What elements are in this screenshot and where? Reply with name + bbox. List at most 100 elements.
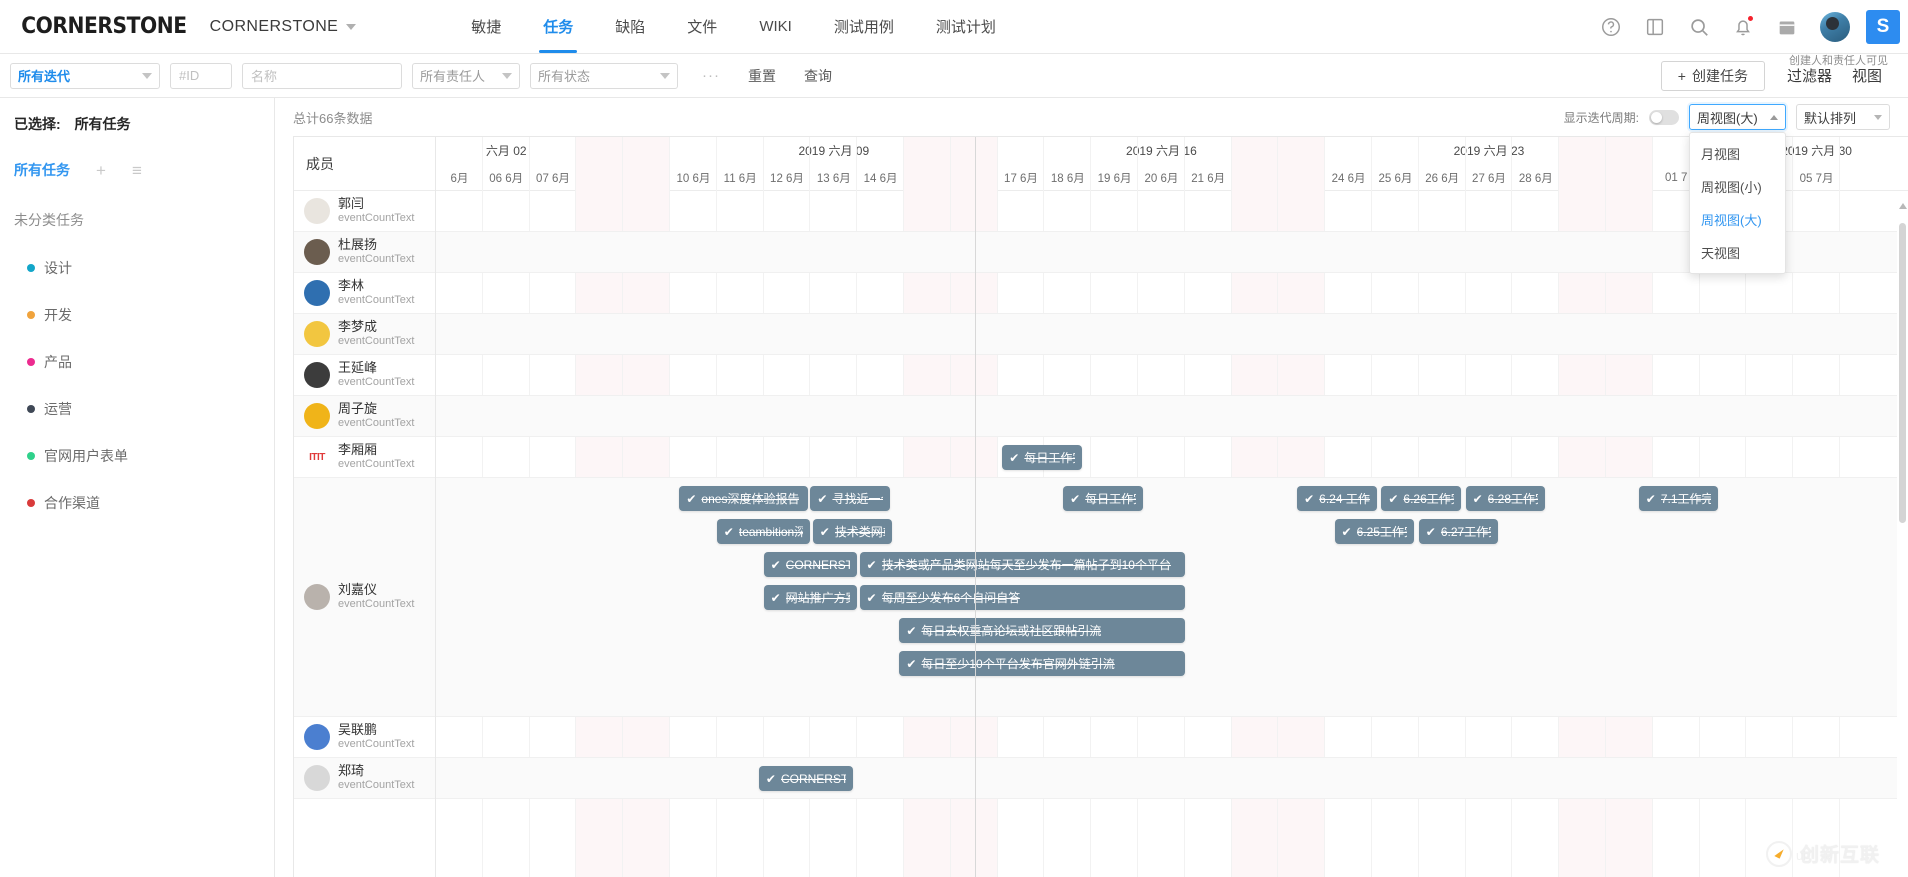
create-task-button[interactable]: + 创建任务 [1660, 60, 1765, 91]
nav-tab-4[interactable]: WIKI [738, 0, 813, 53]
calendar-icon[interactable] [1776, 16, 1798, 38]
gantt-task-bar[interactable]: ✔ teambition深 [716, 519, 811, 544]
nav-tab-0[interactable]: 敏捷 [450, 0, 522, 53]
nav-tab-6[interactable]: 测试计划 [915, 0, 1017, 53]
app-logo-badge[interactable]: S [1866, 9, 1900, 44]
member-row[interactable]: 王延峰 eventCountText [294, 355, 435, 396]
member-row[interactable]: 杜展扬 eventCountText [294, 232, 435, 273]
gantt-task-bar[interactable]: ✔ 每日工作完成 [1063, 486, 1143, 511]
timeline-row [436, 717, 1908, 758]
gantt-task-bar[interactable]: ✔ 6.27工作完成 [1418, 519, 1499, 544]
view-link[interactable]: 视图 [1852, 65, 1882, 86]
sidebar-item-unclassified[interactable]: 未分类任务 [0, 210, 274, 230]
member-row[interactable]: 郑琦 eventCountText [294, 758, 435, 799]
filter-link[interactable]: 过滤器 [1787, 65, 1832, 86]
member-avatar [304, 239, 330, 265]
nav-tab-3[interactable]: 文件 [666, 0, 738, 53]
filter-bar: 所有迭代 #ID 名称 所有责任人 所有状态 ··· 重置 查询 + 创建任务 … [0, 54, 1908, 98]
member-event-count: eventCountText [338, 458, 415, 471]
reset-button[interactable]: 重置 [734, 66, 790, 86]
member-row[interactable]: 李梦成 eventCountText [294, 314, 435, 355]
day-header-cell: 10 6月 [676, 172, 711, 185]
gantt-task-bar[interactable]: ✔ 6.25工作完成 [1334, 519, 1415, 544]
assignee-select-value: 所有责任人 [420, 69, 486, 84]
nav-tab-1[interactable]: 任务 [522, 0, 594, 53]
view-option-1[interactable]: 周视图(小) [1690, 170, 1785, 203]
member-name: 刘嘉仪 [338, 582, 378, 597]
nav-tab-2[interactable]: 缺陷 [594, 0, 666, 53]
main-toolbar: 总计66条数据 显示迭代周期: 周视图(大) 月视图 周视图(小) 周视图(大) 天视… [275, 98, 1908, 274]
gantt-task-bar[interactable]: ✔ 网站推广方案 [763, 585, 858, 610]
task-bar-label: 每日去权重高论坛或社区跟帖引流 [921, 624, 1102, 638]
iteration-select[interactable]: 所有迭代 [10, 62, 160, 89]
add-icon[interactable]: + [96, 162, 106, 179]
name-input[interactable]: 名称 [242, 62, 402, 89]
gantt-task-bar[interactable]: ✔ 6.28工作完成 [1465, 486, 1546, 511]
assignee-select[interactable]: 所有责任人 [412, 62, 520, 89]
gantt-task-bar[interactable]: ✔ CORNERSTO [763, 552, 858, 577]
category-bullet-icon [27, 452, 35, 460]
iteration-cycle-toggle[interactable] [1649, 109, 1679, 125]
vertical-scrollbar[interactable] [1897, 195, 1908, 877]
gantt-task-bar[interactable]: ✔ 6.26工作完成 [1381, 486, 1461, 511]
check-icon: ✔ [770, 557, 781, 572]
sort-select[interactable]: 默认排列 [1796, 104, 1890, 130]
task-bar-label: 6.28工作完成 [1487, 492, 1538, 506]
sidebar-category-4[interactable]: 官网用户表单 [0, 446, 274, 466]
gantt-task-bar[interactable]: ✔ 技术类或产品类网站每天至少发布一篇帖子到10个平台 [859, 552, 1185, 577]
scrollbar-thumb[interactable] [1899, 223, 1906, 523]
member-info: 郭闫 eventCountText [338, 196, 414, 226]
sidebar-category-2[interactable]: 产品 [0, 352, 274, 372]
query-button[interactable]: 查询 [790, 66, 846, 86]
member-event-count: eventCountText [338, 335, 415, 348]
member-row[interactable]: ITIT 李厢厢 eventCountText [294, 437, 435, 478]
project-selector[interactable]: CORNERSTONE [210, 18, 377, 36]
status-select[interactable]: 所有状态 [530, 62, 678, 89]
member-row[interactable]: 刘嘉仪 eventCountText [294, 478, 435, 717]
list-menu-icon[interactable]: ≡ [132, 162, 142, 179]
day-header-cell: 17 6月 [1004, 172, 1038, 185]
nav-tab-label: 测试计划 [935, 19, 996, 36]
sidebar-category-0[interactable]: 设计 [0, 258, 274, 278]
main-toolbar-right: 显示迭代周期: 周视图(大) 月视图 周视图(小) 周视图(大) 天视图 默认排列 [1564, 104, 1890, 274]
member-row[interactable]: 周子旋 eventCountText [294, 396, 435, 437]
gantt-task-bar[interactable]: ✔ 寻找近一个月 [810, 486, 890, 511]
avatar[interactable] [1820, 11, 1850, 42]
gantt-task-bar[interactable]: ✔ 每日去权重高论坛或社区跟帖引流 [899, 618, 1185, 643]
view-option-2[interactable]: 周视图(大) [1690, 203, 1785, 236]
day-header-cell: 25 6月 [1378, 172, 1413, 185]
day-header-cell: 13 6月 [816, 172, 851, 185]
gantt-task-bar[interactable]: ✔ ones深度体验报告 [679, 486, 809, 511]
help-icon[interactable] [1600, 16, 1622, 38]
sidebar-category-5[interactable]: 合作渠道 [0, 493, 274, 513]
plus-icon: + [1677, 67, 1686, 84]
view-mode-select[interactable]: 周视图(大) [1689, 104, 1786, 130]
task-bar-label: 每日工作完成 [1024, 451, 1074, 465]
book-icon[interactable] [1644, 16, 1666, 38]
gantt-task-bar[interactable]: ✔ 技术类网站来 [812, 519, 893, 544]
gantt-task-bar[interactable]: ✔ 每日至少10个平台发布官网外链引流 [899, 651, 1185, 676]
body: 已选择: 所有任务 所有任务 + ≡ 未分类任务 设计 开发 产品 运营 官网用户表单合… [0, 98, 1908, 877]
scroll-up-arrow-icon[interactable] [1899, 203, 1907, 209]
task-bar-label: 6.26工作完成 [1403, 492, 1453, 506]
gantt-task-bar[interactable]: ✔ 每日工作完成 [1002, 445, 1082, 470]
nav-tab-5[interactable]: 测试用例 [813, 0, 915, 53]
view-option-0[interactable]: 月视图 [1690, 137, 1785, 170]
bell-icon[interactable] [1732, 14, 1754, 38]
gantt-task-bar[interactable]: ✔ CORNERSTO [758, 766, 853, 791]
member-row[interactable]: 吴联鹏 eventCountText [294, 717, 435, 758]
view-option-3[interactable]: 天视图 [1690, 236, 1785, 269]
sidebar-item-all-tasks[interactable]: 所有任务 [14, 160, 70, 180]
gantt-task-bar[interactable]: ✔ 6.24 工作完成 [1297, 486, 1377, 511]
id-input[interactable]: #ID [170, 62, 232, 89]
gantt-task-bar[interactable]: ✔ 7.1工作完成 [1638, 486, 1719, 511]
search-icon[interactable] [1688, 16, 1710, 38]
sidebar-category-3[interactable]: 运营 [0, 399, 274, 419]
gantt-task-bar[interactable]: ✔ 每周至少发布6个自问自答 [859, 585, 1185, 610]
sidebar-category-1[interactable]: 开发 [0, 305, 274, 325]
task-bar-label: 7.1工作完成 [1660, 492, 1711, 506]
member-row[interactable]: 郭闫 eventCountText [294, 191, 435, 232]
member-row[interactable]: 李林 eventCountText [294, 273, 435, 314]
nav-right-icons: S [1600, 9, 1908, 44]
more-filters-button[interactable]: ··· [688, 67, 734, 84]
